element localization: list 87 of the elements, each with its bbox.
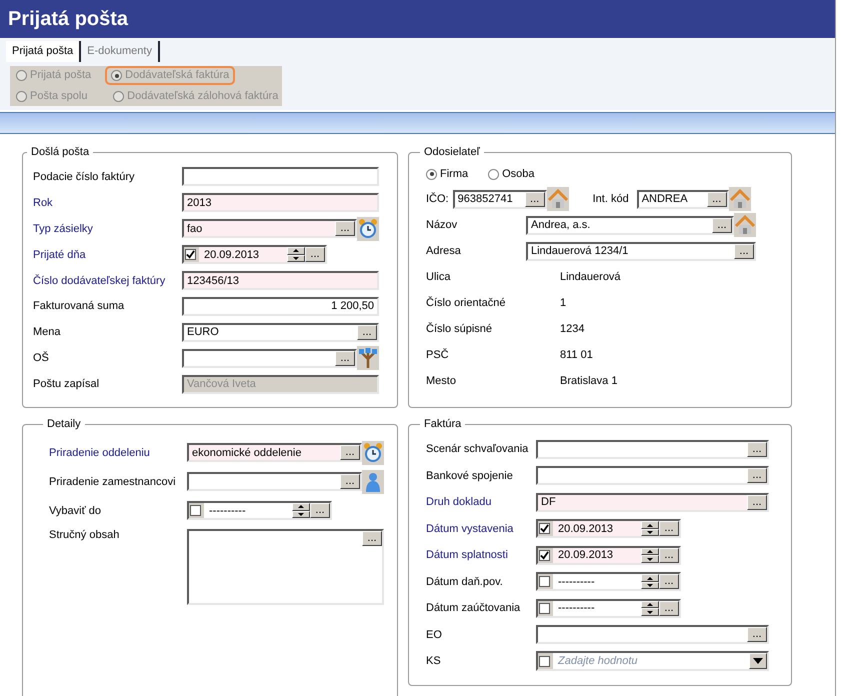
- field-label: EO: [426, 628, 443, 641]
- field-label: Dátum zaúčtovania: [426, 602, 522, 614]
- browse-button[interactable]: ...: [340, 445, 360, 460]
- lookup-field[interactable]: fao ...: [182, 219, 357, 238]
- date-picker[interactable]: 20.09.2013 ...: [536, 546, 681, 565]
- field-label: Scenár schvaľovania: [426, 443, 530, 456]
- field-label: Typ zásielky: [33, 222, 94, 235]
- date-picker[interactable]: ---------- ...: [536, 598, 681, 618]
- text-area[interactable]: ...: [187, 529, 384, 605]
- radio-option[interactable]: Osoba: [488, 168, 535, 180]
- browse-button[interactable]: ...: [335, 221, 355, 236]
- browse-button[interactable]: ...: [335, 350, 355, 366]
- field-label: Adresa: [426, 245, 462, 257]
- browse-button[interactable]: ...: [747, 494, 767, 510]
- browse-button[interactable]: ...: [747, 442, 767, 457]
- field-label: Dátum vystavenia: [426, 522, 514, 535]
- group-title: Odosielateľ: [423, 146, 481, 158]
- lookup-field[interactable]: ...: [182, 348, 357, 368]
- browse-button[interactable]: ...: [310, 503, 330, 518]
- lookup-field[interactable]: ...: [187, 472, 362, 491]
- field-label: Fakturovaná suma: [33, 300, 126, 312]
- field-label: Číslo dodávateľskej faktúry: [33, 274, 166, 286]
- field-label: Rok: [33, 196, 54, 209]
- lookup-field[interactable]: DF ...: [536, 492, 769, 512]
- text-field[interactable]: 2013: [182, 193, 379, 212]
- radio-option[interactable]: Firma: [426, 168, 468, 180]
- field-label: PSČ: [426, 349, 450, 361]
- field-label: Číslo súpisné: [426, 323, 494, 335]
- browse-button[interactable]: ...: [747, 627, 767, 642]
- text-field[interactable]: 123456/13: [182, 271, 379, 290]
- field-label: Druh dokladu: [426, 496, 492, 508]
- field-label: Dátum daň.pov.: [426, 576, 504, 588]
- field-value: 811 01: [560, 349, 593, 361]
- lookup-field[interactable]: Lindauerová 1234/1 ...: [526, 242, 756, 260]
- date-picker[interactable]: 20.09.2013 ...: [182, 245, 327, 264]
- date-picker[interactable]: ---------- ...: [187, 501, 332, 520]
- field-label: Int. kód: [592, 193, 629, 205]
- lookup-field[interactable]: ...: [536, 440, 769, 459]
- field-label: Priradenie zamestnancovi: [49, 476, 177, 488]
- browse-button[interactable]: ...: [659, 600, 679, 616]
- field-label: Ulica: [426, 271, 452, 283]
- field-label: Poštu zapísal: [33, 378, 100, 390]
- field-label: IČO:: [426, 193, 449, 205]
- field-label: Bankové spojenie: [426, 470, 514, 482]
- browse-button[interactable]: ...: [747, 468, 767, 484]
- field-label: Číslo orientačné: [426, 297, 506, 309]
- lookup-field[interactable]: 963852741 ...: [452, 190, 547, 208]
- field-label: Prijaté dňa: [33, 248, 87, 261]
- field-label: Mena: [33, 326, 62, 338]
- browse-button[interactable]: ...: [305, 247, 325, 262]
- field-label: Stručný obsah: [49, 529, 120, 541]
- group-title: Faktúra: [423, 418, 462, 430]
- lookup-field[interactable]: ...: [536, 466, 769, 486]
- group-title: Detaily: [46, 418, 82, 430]
- browse-button[interactable]: ...: [706, 192, 727, 206]
- text-field[interactable]: 1 200,50: [182, 296, 379, 316]
- field-label: Vybaviť do: [49, 504, 102, 516]
- field-value: 1234: [560, 323, 584, 335]
- field-label: Dátum splatnosti: [426, 549, 509, 562]
- browse-button[interactable]: ...: [524, 192, 545, 206]
- field-label: Názov: [426, 219, 458, 231]
- browse-button[interactable]: ...: [734, 244, 754, 258]
- group-title: Došlá pošta: [30, 146, 90, 158]
- lookup-field[interactable]: Andrea, a.s. ...: [526, 216, 734, 234]
- lookup-field[interactable]: ANDREA ...: [636, 190, 729, 208]
- window-title: Prijatá pošta: [8, 8, 128, 30]
- lookup-field[interactable]: ekonomické oddelenie ...: [187, 443, 362, 462]
- lookup-field[interactable]: EURO ...: [182, 322, 379, 342]
- field-value: Bratislava 1: [560, 375, 618, 387]
- field-label: Podacie číslo faktúry: [33, 170, 136, 183]
- browse-button[interactable]: ...: [712, 218, 732, 232]
- field-value: Lindauerová: [560, 271, 621, 283]
- field-label: OŠ: [33, 352, 50, 364]
- browse-button[interactable]: ...: [357, 324, 377, 340]
- browse-button[interactable]: ...: [659, 521, 679, 536]
- lookup-field[interactable]: ...: [536, 625, 769, 644]
- field-label: Priradenie oddeleniu: [49, 446, 151, 458]
- field-label: KS: [426, 655, 442, 668]
- tab[interactable]: Prijatá pošta: [6, 41, 82, 62]
- field-value: 1: [560, 297, 566, 309]
- field-label: Mesto: [426, 375, 457, 387]
- browse-button[interactable]: ...: [659, 574, 679, 590]
- date-picker[interactable]: ---------- ...: [536, 572, 681, 592]
- date-picker[interactable]: 20.09.2013 ...: [536, 519, 681, 538]
- browse-button[interactable]: ...: [659, 548, 679, 563]
- browse-button[interactable]: ...: [340, 474, 360, 489]
- browse-button[interactable]: ...: [362, 531, 382, 546]
